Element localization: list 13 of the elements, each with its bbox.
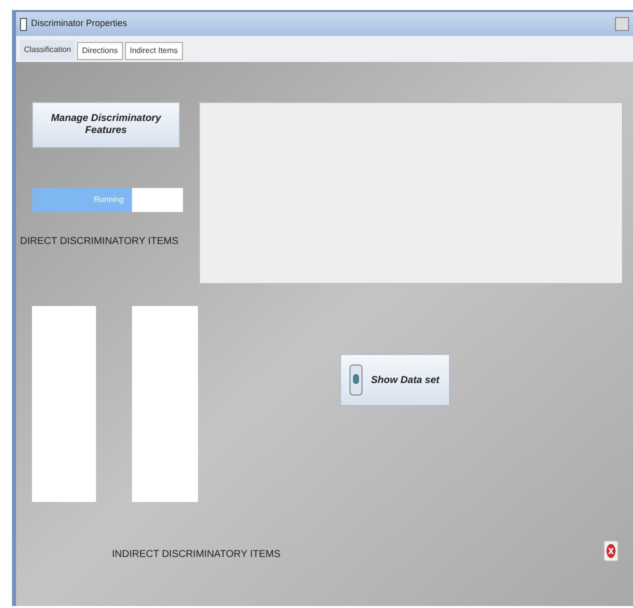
tab[interactable]: Indirect Items [124, 42, 183, 60]
direct-items-label: DIRECT DISCRIMINATORY ITEMS [20, 235, 180, 249]
window-icon [20, 18, 27, 30]
exit-icon[interactable] [603, 540, 619, 562]
window-controls-icon[interactable] [615, 17, 629, 31]
indirect-items-label: INDIRECT DISCRIMINATORY ITEMS [112, 548, 281, 562]
progress-label: Running [94, 194, 124, 206]
tab[interactable]: Classification [20, 40, 76, 60]
show-data-set-button[interactable]: Show Data set [340, 354, 450, 406]
window-title: Discriminator Properties [31, 17, 128, 30]
phone-icon [349, 364, 363, 396]
tab[interactable]: Directions [77, 42, 123, 60]
manage-features-button[interactable]: Manage Discriminatory Features [32, 102, 180, 148]
